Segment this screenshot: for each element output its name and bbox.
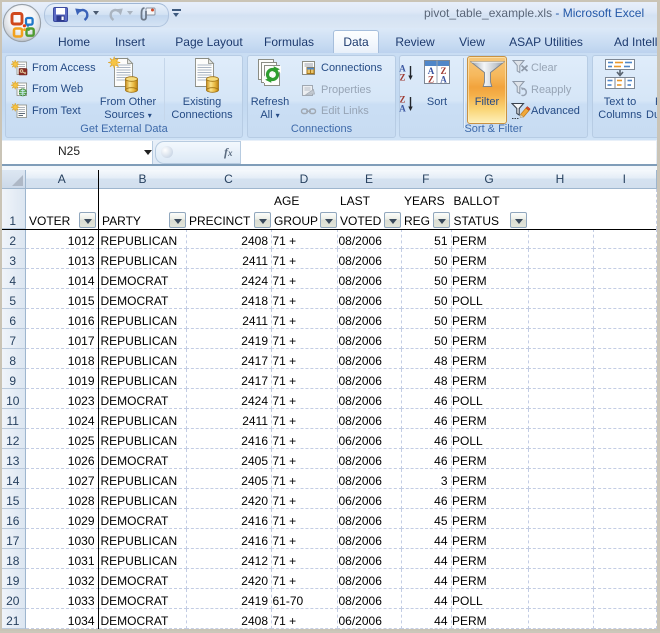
svg-text:A: A xyxy=(440,75,447,85)
svg-text:A: A xyxy=(399,104,406,114)
svg-text:Z: Z xyxy=(399,73,405,83)
svg-text:Z: Z xyxy=(428,75,434,85)
